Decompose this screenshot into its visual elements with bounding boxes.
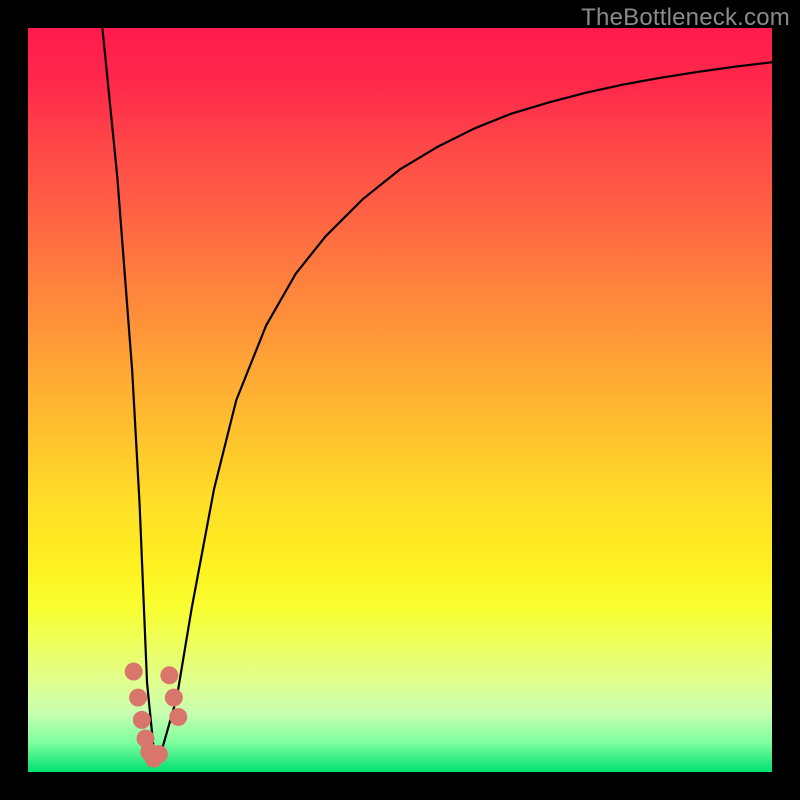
chart-svg (28, 28, 772, 772)
marker-dot (133, 711, 151, 729)
marker-dot (169, 708, 187, 726)
plot-area (28, 28, 772, 772)
highlighted-points (125, 663, 188, 768)
bottleneck-curve (102, 28, 772, 757)
marker-dot (165, 689, 183, 707)
marker-dot (150, 745, 168, 763)
marker-dot (160, 666, 178, 684)
marker-dot (140, 743, 158, 761)
marker-dot (137, 730, 155, 748)
marker-dot (125, 663, 143, 681)
outer-frame: TheBottleneck.com (0, 0, 800, 800)
marker-dot (145, 750, 163, 768)
marker-dot (129, 689, 147, 707)
